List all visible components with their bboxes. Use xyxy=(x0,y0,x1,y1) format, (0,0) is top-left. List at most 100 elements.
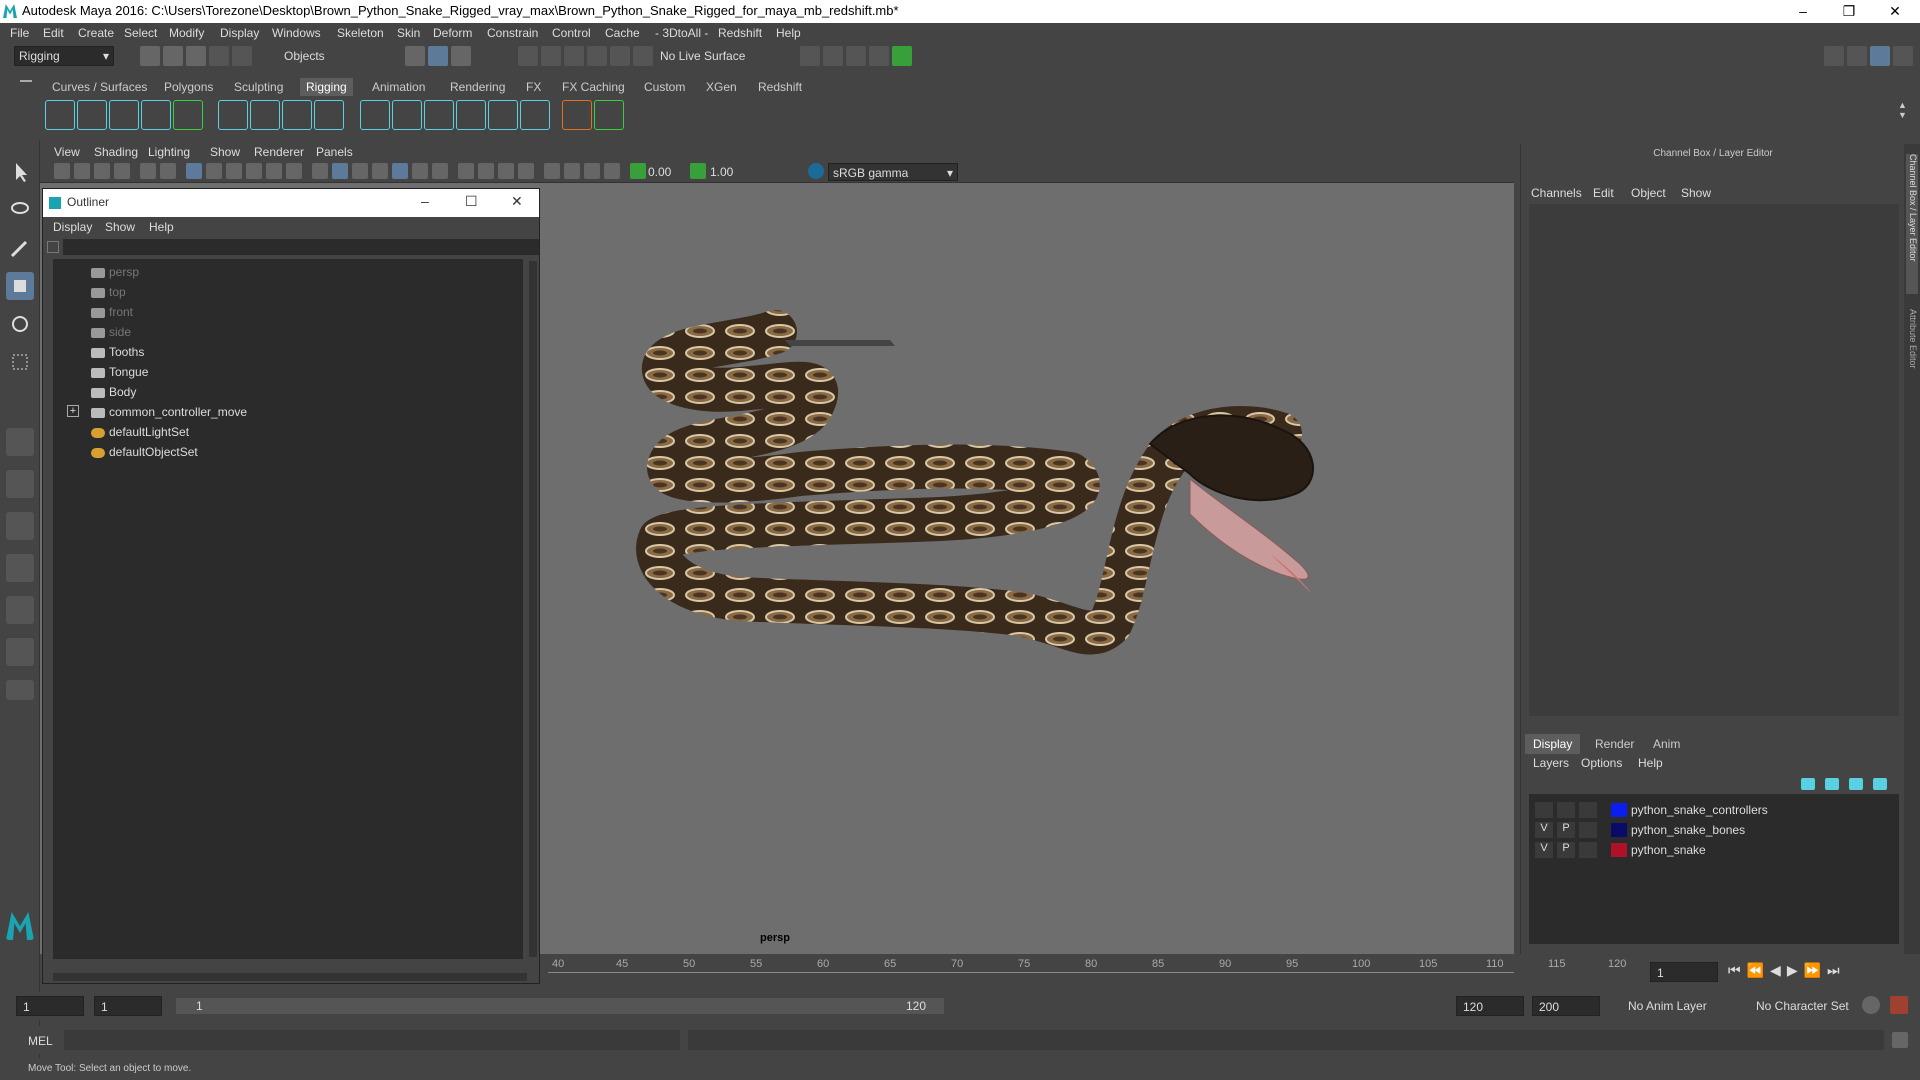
paint-weights-icon[interactable] xyxy=(360,100,390,130)
grease-pencil-icon[interactable] xyxy=(160,163,176,179)
menu-control[interactable]: Control xyxy=(552,26,591,40)
cluster-icon[interactable] xyxy=(250,100,280,130)
menu-skin[interactable]: Skin xyxy=(397,26,420,40)
vp-menu-shading[interactable]: Shading xyxy=(94,145,138,159)
color-space-dropdown[interactable]: sRGB gamma ▾ xyxy=(828,163,958,181)
layer-color-swatch[interactable] xyxy=(1611,823,1627,837)
snap-grid-icon[interactable] xyxy=(518,46,538,66)
playback-toggle[interactable]: P xyxy=(1557,842,1575,858)
select-by-hierarchy-icon[interactable] xyxy=(405,46,425,66)
layer-row[interactable]: V P python_snake xyxy=(1529,840,1899,860)
menu-3dtoall[interactable]: - 3DtoAll - xyxy=(655,26,708,40)
ipr-render-icon[interactable] xyxy=(846,46,866,66)
preferences-icon[interactable] xyxy=(1890,996,1908,1014)
display-type-toggle[interactable] xyxy=(1579,842,1597,858)
layer-color-swatch[interactable] xyxy=(1611,843,1627,857)
menu-select[interactable]: Select xyxy=(124,26,157,40)
menu-redshift[interactable]: Redshift xyxy=(718,26,762,40)
go-to-end-icon[interactable]: ⏭ xyxy=(1827,962,1846,978)
menu-skeleton[interactable]: Skeleton xyxy=(337,26,384,40)
filter-icon[interactable] xyxy=(47,241,59,253)
list-item[interactable]: Body xyxy=(91,385,136,405)
menu-cache[interactable]: Cache xyxy=(605,26,640,40)
layer-row[interactable]: V P python_snake_bones xyxy=(1529,820,1899,840)
end-time-field[interactable]: 200 xyxy=(1532,996,1600,1016)
play-forward-icon[interactable]: ▶ xyxy=(1787,962,1804,978)
options-menu[interactable]: Options xyxy=(1581,756,1622,770)
bookmark-icon[interactable] xyxy=(94,163,110,179)
layer-row[interactable]: python_snake_controllers xyxy=(1529,800,1899,820)
use-all-lights-icon[interactable] xyxy=(412,163,428,179)
tab-xgen[interactable]: XGen xyxy=(700,78,743,96)
default-material-icon[interactable] xyxy=(352,163,368,179)
menu-modify[interactable]: Modify xyxy=(169,26,204,40)
hik-icon[interactable] xyxy=(594,100,624,130)
safe-action-icon[interactable] xyxy=(286,163,302,179)
redo-icon[interactable] xyxy=(232,46,252,66)
vp-menu-view[interactable]: View xyxy=(54,145,80,159)
display-type-toggle[interactable] xyxy=(1579,802,1597,818)
vp-menu-lighting[interactable]: Lighting xyxy=(148,145,190,159)
playback-end-field[interactable]: 120 xyxy=(1456,996,1524,1016)
minimize-button[interactable]: – xyxy=(1780,0,1826,23)
menu-file[interactable]: File xyxy=(10,26,29,40)
shelf-menu-icon[interactable] xyxy=(20,80,32,82)
depth-of-field-icon[interactable] xyxy=(518,163,534,179)
script-language-label[interactable]: MEL xyxy=(28,1034,53,1048)
auto-key-icon[interactable] xyxy=(1862,996,1880,1014)
camera-select-icon[interactable] xyxy=(54,163,70,179)
restore-button[interactable]: ❐ xyxy=(1826,0,1872,23)
motion-blur-icon[interactable] xyxy=(478,163,494,179)
move-layer-up-icon[interactable] xyxy=(1801,778,1815,790)
list-item[interactable]: defaultObjectSet xyxy=(91,445,198,465)
move-tool-icon[interactable] xyxy=(6,272,34,300)
snap-live-icon[interactable] xyxy=(610,46,630,66)
outliner-menu-show[interactable]: Show xyxy=(105,220,135,234)
make-live-icon[interactable] xyxy=(633,46,653,66)
go-to-start-icon[interactable]: ⏮ xyxy=(1728,962,1747,978)
list-item[interactable]: common_controller_move xyxy=(91,405,247,425)
live-surface-label[interactable]: No Live Surface xyxy=(660,49,745,63)
list-item[interactable]: top xyxy=(91,285,126,305)
render-settings-icon[interactable] xyxy=(869,46,889,66)
menu-windows[interactable]: Windows xyxy=(272,26,321,40)
locator-icon[interactable] xyxy=(218,100,248,130)
menu-display[interactable]: Display xyxy=(220,26,259,40)
outliner-persp-layout-icon[interactable] xyxy=(6,638,34,666)
new-scene-icon[interactable] xyxy=(140,46,160,66)
wireframe-on-shaded-icon[interactable] xyxy=(372,163,388,179)
outliner-menu-display[interactable]: Display xyxy=(53,220,92,234)
field-chart-icon[interactable] xyxy=(266,163,282,179)
tool-settings-toggle-icon[interactable] xyxy=(1893,46,1913,66)
menu-constrain[interactable]: Constrain xyxy=(487,26,538,40)
insert-joint-icon[interactable] xyxy=(77,100,107,130)
screen-space-ao-icon[interactable] xyxy=(458,163,474,179)
scale-constraint-icon[interactable] xyxy=(488,100,518,130)
vp-menu-show[interactable]: Show xyxy=(210,145,240,159)
four-view-layout-icon[interactable] xyxy=(6,470,34,498)
help-menu[interactable]: Help xyxy=(1638,756,1663,770)
resolution-gate-icon[interactable] xyxy=(226,163,242,179)
two-d-pan-zoom-icon[interactable] xyxy=(140,163,156,179)
image-plane-icon[interactable] xyxy=(114,163,130,179)
snap-view-plane-icon[interactable] xyxy=(587,46,607,66)
visibility-toggle[interactable]: V xyxy=(1535,842,1553,858)
vp-menu-renderer[interactable]: Renderer xyxy=(254,145,304,159)
new-layer-selected-icon[interactable] xyxy=(1873,778,1887,790)
orient-constraint-icon[interactable] xyxy=(456,100,486,130)
close-button[interactable]: ✕ xyxy=(511,193,523,210)
tab-curves-surfaces[interactable]: Curves / Surfaces xyxy=(46,78,153,96)
tab-render[interactable]: Render xyxy=(1587,734,1642,754)
outliner-menu-help[interactable]: Help xyxy=(149,220,174,234)
list-item[interactable]: persp xyxy=(91,265,139,285)
maximize-button[interactable]: ☐ xyxy=(465,193,478,210)
minimize-button[interactable]: – xyxy=(421,193,429,209)
list-item[interactable]: Tooths xyxy=(91,345,144,365)
shelf-scroll-icon[interactable]: ▲ ▼ xyxy=(1898,100,1907,120)
xray-icon[interactable] xyxy=(564,163,580,179)
persp-outliner-layout-icon[interactable] xyxy=(6,512,34,540)
mirror-joint-icon[interactable] xyxy=(109,100,139,130)
paint-select-icon[interactable] xyxy=(6,234,34,262)
ik-spline-icon[interactable] xyxy=(173,100,203,130)
visibility-toggle[interactable]: V xyxy=(1535,822,1553,838)
